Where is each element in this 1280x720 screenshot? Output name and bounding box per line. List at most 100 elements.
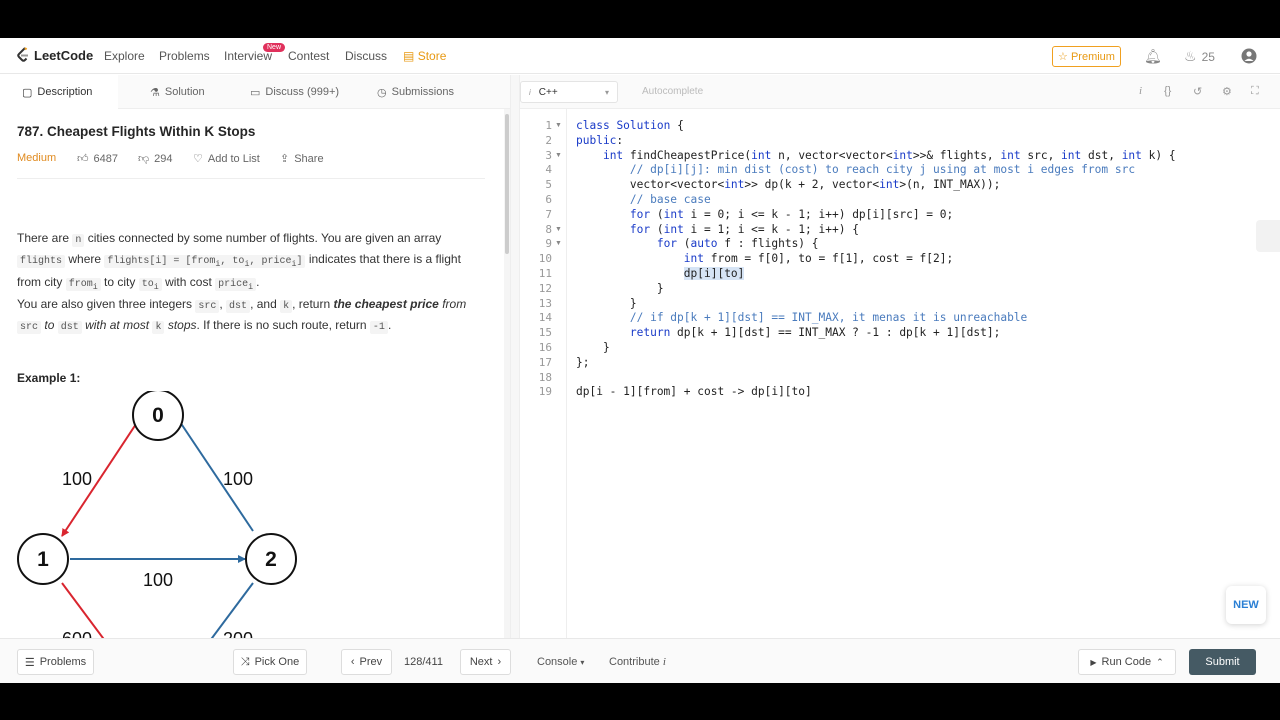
settings-icon[interactable]: ⚙ — [1222, 85, 1232, 98]
prev-label: Prev — [359, 656, 383, 668]
language-select[interactable]: i C++ ▾ — [520, 81, 618, 103]
code-flights: flights — [17, 255, 66, 268]
next-button[interactable]: Next › — [460, 649, 511, 675]
submit-button[interactable]: Submit — [1189, 649, 1256, 675]
fold-chevron-icon[interactable]: ▼ — [555, 240, 562, 247]
reset-icon[interactable]: ↺ — [1193, 85, 1202, 98]
contribute-button[interactable]: Contribute i — [609, 656, 666, 668]
like-button[interactable]: 👍︎ 6487 — [77, 152, 118, 166]
logo-text: LeetCode — [34, 47, 94, 63]
language-value: C++ — [538, 86, 558, 98]
fullscreen-icon[interactable]: ⛶ — [1251, 85, 1259, 98]
problems-label: Problems — [39, 656, 87, 668]
line-number: 19 — [538, 385, 552, 398]
pick-one-button[interactable]: ⤨ Pick One — [233, 649, 307, 675]
description-paragraph-2: You are also given three integers src, d… — [17, 297, 467, 334]
thumbs-up-icon: 👍︎ — [77, 153, 89, 165]
app-frame: LeetCode Explore Problems Interview New … — [0, 38, 1280, 683]
side-panel-tab[interactable] — [1256, 220, 1280, 252]
info-icon: i — [662, 656, 666, 668]
info-icon: i — [529, 87, 531, 97]
nav-problems[interactable]: Problems — [159, 49, 210, 63]
code-k: k — [152, 321, 165, 334]
line-number: 6 — [545, 193, 552, 206]
graph-node-1-label: 1 — [37, 548, 49, 571]
dislike-count: 294 — [154, 152, 173, 165]
edge-label-2-0: 100 — [223, 469, 253, 489]
line-number: 10 — [538, 252, 552, 265]
flask-icon: ⚗ — [150, 86, 160, 99]
graph-node-0-label: 0 — [152, 404, 164, 427]
dislike-button[interactable]: 👎︎ 294 — [138, 152, 173, 166]
pick-one-label: Pick One — [254, 656, 300, 668]
line-number: 5 — [545, 178, 552, 191]
code-price-i: pricei — [215, 278, 257, 292]
code-to-i: toi — [138, 278, 162, 292]
nav-discuss[interactable]: Discuss — [345, 49, 387, 63]
line-number: 14 — [538, 311, 552, 324]
description-paragraph-1: There are n cities connected by some num… — [17, 231, 461, 292]
clock-icon: ◷ — [377, 86, 387, 99]
fold-chevron-icon[interactable]: ▼ — [555, 152, 562, 159]
example-heading: Example 1: — [17, 371, 81, 385]
tab-discuss-label: Discuss (999+) — [265, 86, 340, 98]
console-label: Console — [537, 656, 578, 668]
new-feature-button[interactable]: NEW — [1226, 586, 1266, 624]
console-button[interactable]: Console ▾ — [537, 656, 584, 668]
tab-solution[interactable]: ⚗ Solution — [150, 75, 205, 109]
contribute-label: Contribute — [609, 656, 660, 668]
code-editor[interactable]: 1 2 3 4 5 6 7 8 9 10 11 12 13 14 15 16 1… — [520, 109, 1280, 638]
info-icon[interactable]: i — [1139, 85, 1142, 97]
avatar[interactable] — [1241, 48, 1257, 67]
fold-chevron-icon[interactable]: ▼ — [555, 122, 562, 129]
code-from-i: fromi — [65, 278, 101, 292]
fold-chevron-icon[interactable]: ▼ — [555, 226, 562, 233]
problem-scrollbar-thumb[interactable] — [505, 114, 509, 254]
code-n: n — [72, 234, 85, 247]
line-number: 2 — [545, 134, 552, 147]
run-code-label: Run Code — [1101, 656, 1152, 668]
document-icon: ▢ — [22, 86, 33, 99]
chevron-up-icon: ⌃ — [1156, 656, 1164, 667]
streak[interactable]: ♨ 25 — [1184, 48, 1215, 65]
run-code-button[interactable]: ▶ Run Code ⌃ — [1078, 649, 1176, 675]
premium-button[interactable]: ☆ Premium — [1052, 46, 1121, 67]
nav-store-label: Store — [417, 49, 447, 63]
tab-discuss[interactable]: ▭ Discuss (999+) — [250, 75, 339, 109]
page-indicator: 128/411 — [404, 656, 443, 668]
code-src: src — [17, 321, 42, 334]
line-number: 15 — [538, 326, 552, 339]
tab-submissions[interactable]: ◷ Submissions — [377, 75, 454, 109]
desc-text: You are also given three integers — [17, 297, 193, 311]
nav-contest[interactable]: Contest — [288, 49, 329, 63]
edge-label-1-2: 100 — [143, 570, 173, 590]
bell-icon[interactable]: 🔔︎ — [1144, 48, 1162, 65]
line-gutter: 1 2 3 4 5 6 7 8 9 10 11 12 13 14 15 16 1… — [520, 109, 567, 638]
prev-button[interactable]: ‹ Prev — [341, 649, 392, 675]
tab-description[interactable]: ▢ Description — [0, 75, 118, 109]
line-number: 4 — [545, 163, 552, 176]
nav-explore[interactable]: Explore — [104, 49, 145, 63]
desc-text: There are — [17, 231, 70, 245]
tab-description-label: Description — [37, 86, 93, 98]
code-line: // base case — [629, 193, 711, 206]
braces-icon[interactable]: {} — [1164, 85, 1171, 97]
chevron-down-icon: ▾ — [580, 658, 585, 667]
share-button[interactable]: ⇪ Share — [280, 152, 324, 166]
code-line: public: — [576, 134, 624, 147]
logo[interactable]: LeetCode — [16, 47, 93, 63]
line-number: 8 — [545, 223, 552, 236]
problems-button[interactable]: ☰ Problems — [17, 649, 94, 675]
add-to-list-button[interactable]: ♡ Add to List — [193, 152, 260, 166]
autocomplete-toggle[interactable]: Autocomplete — [642, 86, 703, 97]
code-dst: dst — [226, 300, 251, 313]
difficulty-badge: Medium — [17, 152, 57, 164]
code-line: for (int i = 1; i <= k - 1; i++) { — [629, 223, 859, 236]
code-line: }; — [576, 356, 590, 369]
line-number: 13 — [538, 297, 552, 310]
next-label: Next — [469, 656, 493, 668]
example-graph: 0 1 2 100 100 100 600 200 — [17, 391, 297, 638]
pane-resize-handle[interactable] — [510, 75, 520, 638]
nav-store[interactable]: ▤ Store — [403, 49, 446, 63]
code-line: // if dp[k + 1][dst] == INT_MAX, it mena… — [629, 311, 1028, 324]
